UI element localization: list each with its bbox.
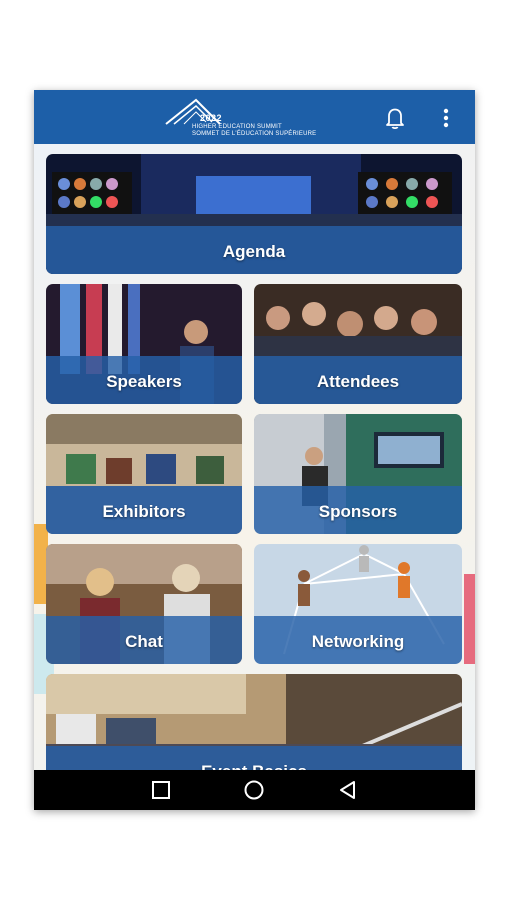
logo-year: 2022 <box>200 113 223 123</box>
triangle-back-icon[interactable] <box>336 778 360 802</box>
tile-agenda[interactable]: Agenda <box>46 154 462 274</box>
tile-label-exhibitors: Exhibitors <box>102 502 186 521</box>
tile-label-agenda: Agenda <box>222 242 286 261</box>
tile-event-basics[interactable]: Event Basics <box>46 674 462 770</box>
phone-screen: 2022 HIGHER EDUCATION SUMMIT SOMMET DE L… <box>34 90 475 810</box>
tile-speakers[interactable]: Speakers <box>46 284 242 404</box>
tile-chat[interactable]: Chat <box>46 544 242 664</box>
logo-line-english: HIGHER EDUCATION SUMMIT <box>192 124 282 130</box>
android-nav-bar <box>34 770 475 810</box>
tile-networking[interactable]: Networking <box>254 544 462 664</box>
tile-label-attendees: Attendees <box>316 372 400 391</box>
decorative-shape <box>464 574 475 664</box>
tile-grid: Agenda Speakers Attendees Exhibitors Spo… <box>34 144 475 770</box>
tile-label-speakers: Speakers <box>106 372 182 391</box>
summit-logo: 2022 HIGHER EDUCATION SUMMIT SOMMET DE L… <box>162 94 322 140</box>
logo-line-french: SOMMET DE L'ÉDUCATION SUPÉRIEURE <box>192 131 317 137</box>
tile-attendees[interactable]: Attendees <box>254 284 462 404</box>
tile-label-event-basics: Event Basics <box>46 762 462 770</box>
square-icon[interactable] <box>149 778 173 802</box>
tile-label-sponsors: Sponsors <box>318 502 398 521</box>
tile-label-networking: Networking <box>311 632 405 651</box>
more-vert-icon[interactable] <box>434 104 458 132</box>
tile-exhibitors[interactable]: Exhibitors <box>46 414 242 534</box>
bell-icon[interactable] <box>381 104 409 132</box>
circle-icon[interactable] <box>242 778 266 802</box>
tile-sponsors[interactable]: Sponsors <box>254 414 462 534</box>
tile-label-chat: Chat <box>125 632 163 651</box>
app-bar: 2022 HIGHER EDUCATION SUMMIT SOMMET DE L… <box>34 90 475 144</box>
